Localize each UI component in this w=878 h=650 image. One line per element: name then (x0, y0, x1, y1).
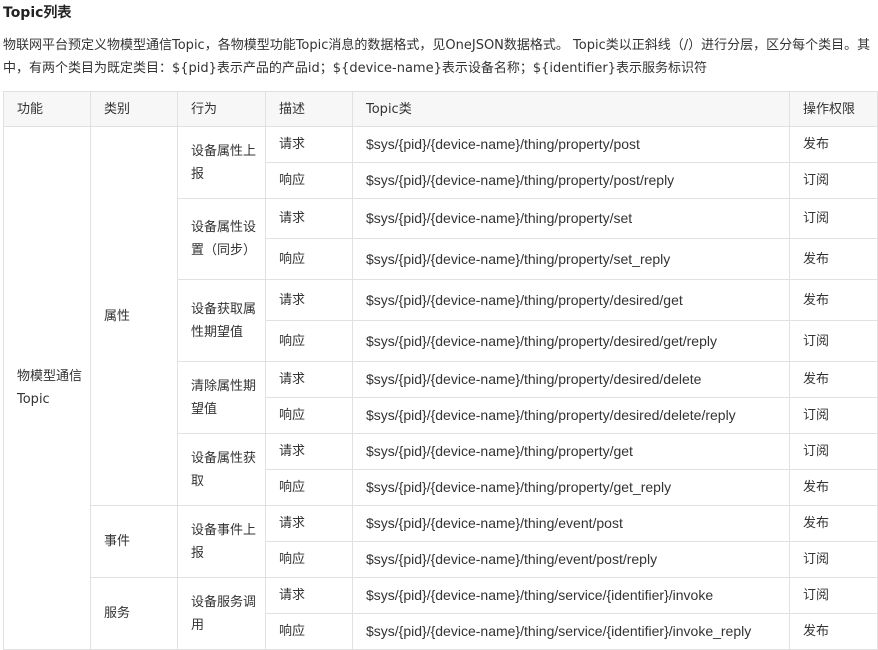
cell-permission: 订阅 (789, 541, 878, 578)
cell-permission: 发布 (789, 126, 878, 163)
cell-category-event: 事件 (90, 505, 178, 578)
cell-permission: 订阅 (789, 162, 878, 199)
cell-category-property: 属性 (90, 126, 178, 506)
intro-paragraph: 物联网平台预定义物模型通信Topic，各物模型功能Topic消息的数据格式，见O… (3, 38, 871, 76)
cell-permission: 订阅 (789, 397, 878, 434)
topic-table: 功能 类别 行为 描述 Topic类 操作权限 物模型通信Topic 属性 设备… (3, 91, 878, 650)
cell-topic: $sys/{pid}/{device-name}/thing/property/… (352, 238, 790, 280)
table-row: 物模型通信Topic 属性 设备属性上报 请求 $sys/{pid}/{devi… (3, 126, 878, 650)
cell-topic: $sys/{pid}/{device-name}/thing/property/… (352, 198, 790, 239)
cell-topic: $sys/{pid}/{device-name}/thing/property/… (352, 126, 790, 163)
cell-description: 请求 (265, 505, 353, 542)
cell-behavior: 设备服务调用 (177, 577, 266, 650)
header-behavior: 行为 (177, 91, 266, 127)
cell-description: 响应 (265, 238, 353, 280)
cell-topic: $sys/{pid}/{device-name}/thing/property/… (352, 320, 790, 362)
table-row: 事件 设备事件上报 请求 $sys/{pid}/{device-name}/th… (4, 505, 878, 578)
cell-description: 响应 (265, 541, 353, 578)
cell-behavior: 设备属性上报 (177, 126, 266, 199)
header-permission: 操作权限 (789, 91, 878, 127)
cell-description: 响应 (265, 320, 353, 362)
header-topic: Topic类 (352, 91, 790, 127)
cell-permission: 发布 (789, 469, 878, 506)
cell-description: 响应 (265, 469, 353, 506)
cell-description: 请求 (265, 577, 353, 614)
cell-topic: $sys/{pid}/{device-name}/thing/property/… (352, 279, 790, 321)
cell-topic: $sys/{pid}/{device-name}/thing/property/… (352, 469, 790, 506)
cell-permission: 订阅 (789, 433, 878, 470)
cell-permission: 订阅 (789, 320, 878, 362)
cell-behavior: 设备属性获取 (177, 433, 266, 506)
cell-behavior: 清除属性期望值 (177, 361, 266, 434)
cell-description: 响应 (265, 162, 353, 199)
cell-topic: $sys/{pid}/{device-name}/thing/event/pos… (352, 541, 790, 578)
cell-permission: 发布 (789, 361, 878, 398)
cell-topic: $sys/{pid}/{device-name}/thing/service/{… (352, 613, 790, 650)
cell-description: 请求 (265, 126, 353, 163)
cell-permission: 订阅 (789, 577, 878, 614)
cell-description: 请求 (265, 433, 353, 470)
page-title: Topic列表 (3, 5, 72, 21)
cell-permission: 发布 (789, 505, 878, 542)
table-header-row: 功能 类别 行为 描述 Topic类 操作权限 (3, 91, 878, 127)
cell-description: 响应 (265, 397, 353, 434)
cell-permission: 订阅 (789, 198, 878, 239)
cell-topic: $sys/{pid}/{device-name}/thing/property/… (352, 433, 790, 470)
cell-topic: $sys/{pid}/{device-name}/thing/event/pos… (352, 505, 790, 542)
cell-category-service: 服务 (90, 577, 178, 650)
cell-permission: 发布 (789, 279, 878, 321)
cell-description: 请求 (265, 361, 353, 398)
header-category: 类别 (90, 91, 178, 127)
cell-behavior: 设备获取属性期望值 (177, 279, 266, 362)
table-row: 服务 设备服务调用 请求 $sys/{pid}/{device-name}/th… (4, 577, 878, 650)
cell-topic: $sys/{pid}/{device-name}/thing/service/{… (352, 577, 790, 614)
header-description: 描述 (265, 91, 353, 127)
cell-topic: $sys/{pid}/{device-name}/thing/property/… (352, 397, 790, 434)
cell-description: 请求 (265, 198, 353, 239)
cell-function: 物模型通信Topic (3, 126, 91, 650)
cell-behavior: 设备事件上报 (177, 505, 266, 578)
cell-permission: 发布 (789, 238, 878, 280)
header-function: 功能 (3, 91, 91, 127)
cell-topic: $sys/{pid}/{device-name}/thing/property/… (352, 162, 790, 199)
cell-description: 响应 (265, 613, 353, 650)
cell-description: 请求 (265, 279, 353, 321)
cell-behavior: 设备属性设置（同步） (177, 198, 266, 280)
cell-permission: 发布 (789, 613, 878, 650)
cell-topic: $sys/{pid}/{device-name}/thing/property/… (352, 361, 790, 398)
